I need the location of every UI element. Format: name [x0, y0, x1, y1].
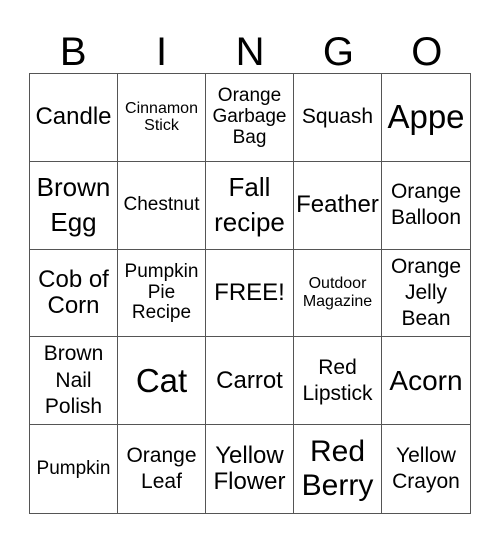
bingo-cell: Red Berry: [294, 425, 382, 513]
bingo-grid: Candle Cinnamon Stick Orange Garbage Bag…: [29, 73, 471, 514]
bingo-cell: Carrot: [206, 337, 294, 426]
bingo-cell: Pumpkin: [30, 425, 118, 513]
bingo-cell: Orange Leaf: [118, 425, 206, 513]
bingo-cell: Cat: [118, 337, 206, 426]
bingo-cell: Orange Balloon: [382, 162, 470, 250]
bingo-cell: Outdoor Magazine: [294, 249, 382, 338]
bingo-cell: Brown Nail Polish: [30, 337, 118, 426]
bingo-cell: Fall recipe: [206, 161, 294, 250]
bingo-cell: Yellow Crayon: [392, 443, 460, 494]
bingo-header: B I N G O: [29, 30, 471, 74]
header-letter-b: B: [59, 30, 87, 74]
bingo-cell: Candle: [30, 74, 118, 162]
bingo-cell: Orange Garbage Bag: [206, 74, 294, 162]
bingo-cell: Pumpkin Pie Recipe: [118, 249, 206, 338]
header-letter-i: I: [156, 30, 168, 74]
bingo-cell: Yellow Flower: [206, 425, 294, 513]
bingo-cell: Orange Jelly Bean: [382, 250, 470, 338]
bingo-cell: Cob of Corn: [30, 249, 118, 338]
header-letter-o: O: [411, 30, 443, 74]
free-space: FREE!: [206, 249, 294, 338]
bingo-cell: Appe: [382, 74, 470, 162]
bingo-cell: Cinnamon Stick: [118, 74, 206, 162]
bingo-cell: Feather: [294, 161, 382, 250]
bingo-cell: Brown Egg: [30, 161, 118, 250]
bingo-cell: Red Lipstick: [294, 337, 382, 426]
bingo-cell: Squash: [294, 74, 382, 162]
bingo-cell: Chestnut: [118, 161, 206, 250]
header-letter-g: G: [322, 30, 354, 74]
bingo-cell: Acorn: [382, 337, 470, 426]
header-letter-n: N: [235, 30, 265, 74]
